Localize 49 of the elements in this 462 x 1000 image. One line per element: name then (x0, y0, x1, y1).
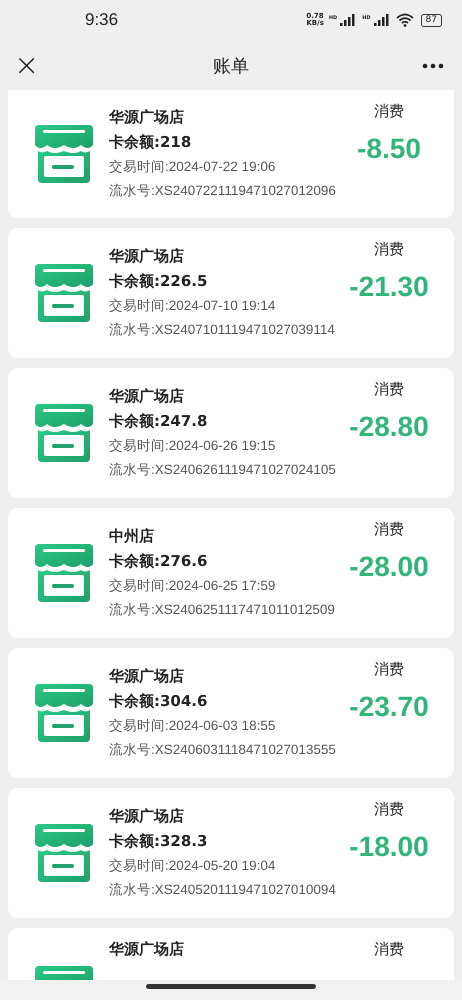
card-balance: 卡余额:328.3 (109, 832, 208, 851)
store-name: 华源广场店 (109, 807, 185, 826)
record-card[interactable]: 华源广场店 卡余额:328.3 交易时间:2024-05-20 19:04 流水号:XS2405201119471027010094 消费 -18.00 (8, 788, 454, 918)
store-name: 华源广场店 (109, 247, 185, 266)
transaction-type: 消费 (374, 380, 404, 399)
transaction-time: 交易时间:2024-07-22 19:06 (109, 158, 276, 176)
serial-number: 流水号:XS2406031118471027013555 (109, 741, 334, 759)
card-balance: 卡余额:247.8 (109, 412, 208, 431)
serial-number: 流水号:XS2406251117471011012509 (109, 601, 334, 619)
amount: -23.70 (349, 691, 429, 723)
battery-icon: 87 (420, 14, 442, 26)
record-card[interactable]: 华源广场店 卡余额:304.6 交易时间:2024-06-03 18:55 流水号:XS2406031118471027013555 消费 -23.70 (8, 648, 454, 778)
close-button[interactable]: × (10, 51, 44, 81)
amount: -21.30 (349, 271, 429, 303)
transaction-time: 交易时间:2024-06-03 18:55 (109, 717, 276, 735)
transaction-type: 消费 (374, 800, 404, 819)
record-card[interactable]: 华源广场店 消费 (8, 928, 454, 980)
card-balance: 卡余额:276.6 (109, 552, 208, 571)
transaction-type: 消费 (374, 940, 404, 959)
store-name: 华源广场店 (109, 667, 185, 686)
transaction-type: 消费 (374, 520, 404, 539)
transaction-type: 消费 (374, 102, 404, 121)
record-card[interactable]: 华源广场店 卡余额:226.5 交易时间:2024-07-10 19:14 流水号:XS2407101119471027039114 消费 -21.30 (8, 228, 454, 358)
store-name: 华源广场店 (109, 108, 185, 127)
store-name: 中州店 (109, 527, 155, 546)
card-balance: 卡余额:304.6 (109, 692, 208, 711)
card-balance: 卡余额:226.5 (109, 272, 208, 291)
serial-number: 流水号:XS2407101119471027039114 (109, 321, 334, 339)
transaction-time: 交易时间:2024-06-25 17:59 (109, 577, 276, 595)
transaction-time: 交易时间:2024-05-20 19:04 (109, 857, 276, 875)
record-card[interactable]: 中州店 卡余额:276.6 交易时间:2024-06-25 17:59 流水号:XS2406251117471011012509 消费 -28.00 (8, 508, 454, 638)
serial-number: 流水号:XS2407221119471027012096 (109, 182, 334, 200)
page-title: 账单 (213, 55, 249, 78)
record-card[interactable]: 华源广场店 卡余额:218 交易时间:2024-07-22 19:06 流水号:XS2407221119471027012096 消费 -8.50 (8, 90, 454, 218)
amount: -18.00 (349, 831, 429, 863)
transaction-type: 消费 (374, 240, 404, 259)
amount: -28.00 (349, 551, 429, 583)
amount: -28.80 (349, 411, 429, 443)
status-time: 9:36 (85, 10, 118, 30)
transaction-time: 交易时间:2024-07-10 19:14 (109, 297, 276, 315)
transaction-time: 交易时间:2024-06-26 19:15 (109, 437, 276, 455)
serial-number: 流水号:XS2405201119471027010094 (109, 881, 334, 899)
store-name: 华源广场店 (109, 387, 185, 406)
amount: -8.50 (357, 133, 421, 165)
card-balance: 卡余额:218 (109, 133, 192, 152)
transaction-type: 消费 (374, 660, 404, 679)
store-name: 华源广场店 (109, 940, 185, 959)
serial-number: 流水号:XS2406261119471027024105 (109, 461, 334, 479)
record-card[interactable]: 华源广场店 卡余额:247.8 交易时间:2024-06-26 19:15 流水号:XS2406261119471027024105 消费 -28.80 (8, 368, 454, 498)
